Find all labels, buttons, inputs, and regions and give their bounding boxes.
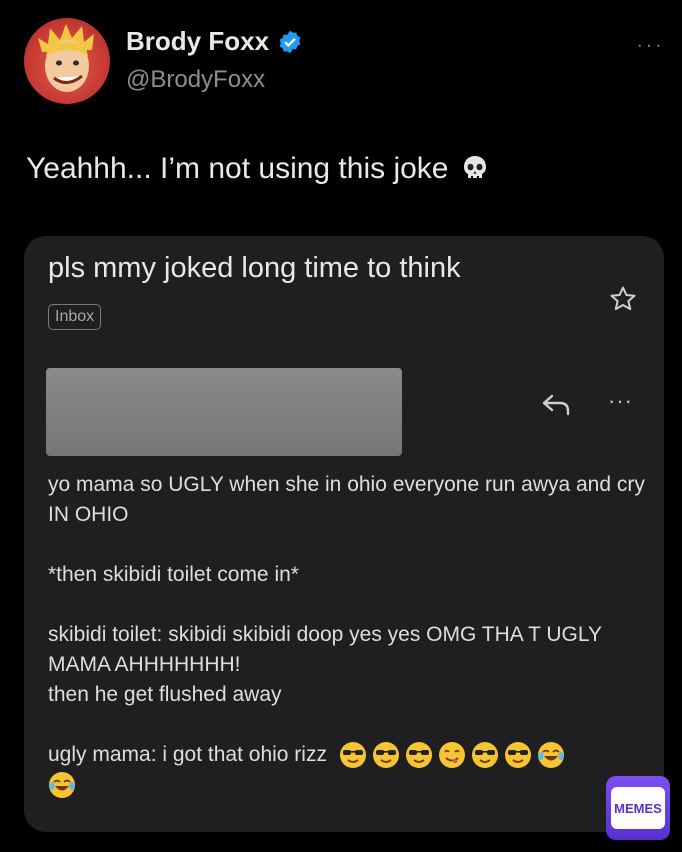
email-body-line: ugly mama: i got that ohio rizz bbox=[48, 743, 327, 766]
sunglasses-emoji-icon bbox=[372, 742, 399, 769]
email-more-options-icon[interactable]: ··· bbox=[608, 388, 633, 414]
sunglasses-emoji-icon bbox=[339, 742, 366, 769]
email-body-line: skibidi toilet: skibidi skibidi doop yes… bbox=[48, 623, 602, 676]
star-icon[interactable] bbox=[608, 284, 638, 314]
memes-watermark-logo[interactable]: MEMES bbox=[606, 776, 670, 840]
author-name[interactable]: Brody Foxx bbox=[126, 26, 269, 57]
email-body-line-last: ugly mama: i got that ohio rizz bbox=[48, 740, 648, 800]
reply-icon[interactable] bbox=[540, 390, 572, 418]
avatar[interactable] bbox=[24, 18, 110, 104]
tweet-header: Brody Foxx @BrodyFoxx ··· bbox=[24, 14, 664, 106]
email-subject: pls mmy joked long time to think bbox=[48, 252, 461, 284]
tweet-text: Yeahhh... I’m not using this joke bbox=[26, 152, 491, 186]
sunglasses-emoji-icon bbox=[504, 742, 531, 769]
redacted-sender-block bbox=[46, 368, 402, 456]
joy-emoji-icon bbox=[537, 742, 564, 769]
sunglasses-emoji-icon bbox=[471, 742, 498, 769]
tweet-text-content: Yeahhh... I’m not using this joke bbox=[26, 152, 449, 185]
email-body-line: *then skibidi toilet come in* bbox=[48, 563, 299, 586]
skull-emoji-icon bbox=[463, 156, 486, 178]
email-body-line: then he get flushed away bbox=[48, 683, 282, 706]
verified-badge-icon bbox=[279, 30, 301, 53]
author-handle[interactable]: @BrodyFoxx bbox=[126, 66, 265, 94]
email-screenshot-card[interactable]: pls mmy joked long time to think Inbox ·… bbox=[24, 236, 664, 832]
more-options-icon[interactable]: ··· bbox=[636, 32, 664, 58]
memes-watermark-label: MEMES bbox=[611, 787, 665, 829]
inbox-label-badge[interactable]: Inbox bbox=[48, 304, 102, 330]
yum-emoji-icon bbox=[438, 742, 465, 769]
emoji-row bbox=[339, 741, 565, 769]
email-body-line: yo mama so UGLY when she in ohio everyon… bbox=[48, 473, 645, 526]
joy-emoji-icon bbox=[49, 772, 75, 799]
sunglasses-emoji-icon bbox=[405, 742, 432, 769]
email-body: yo mama so UGLY when she in ohio everyon… bbox=[48, 470, 648, 800]
